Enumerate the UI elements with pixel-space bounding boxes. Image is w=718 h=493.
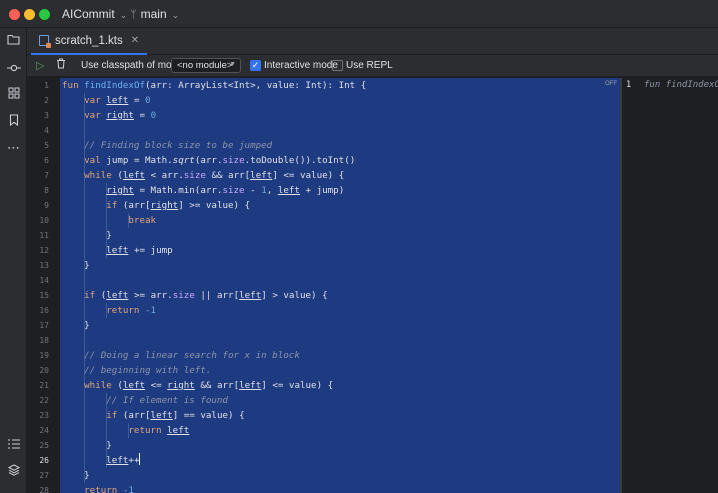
run-icon[interactable]: ▷ xyxy=(36,59,44,72)
line-number: 1 xyxy=(44,81,49,90)
code-line: // Doing a linear search for x in block xyxy=(84,350,300,361)
project-selector[interactable]: AICommit ⌄ xyxy=(62,7,127,21)
line-number: 27 xyxy=(39,471,49,480)
inspection-off-badge: OFF xyxy=(605,81,617,87)
code-line: break xyxy=(128,215,157,226)
module-select-value: <no module> xyxy=(177,60,233,71)
code-line: return -1 xyxy=(84,485,134,493)
structure-icon[interactable] xyxy=(0,87,27,102)
line-number: 3 xyxy=(44,111,49,120)
code-line: while (left < arr.size && arr[left] <= v… xyxy=(84,170,345,181)
output-text: fun findIndexOf(arr: ArrayList<Int>, val… xyxy=(644,80,718,90)
line-number: 21 xyxy=(39,381,49,390)
project-name: AICommit xyxy=(62,7,115,21)
scratch-toolbar: ▷ Use classpath of module <no module> ▼ … xyxy=(27,55,718,77)
code-line: } xyxy=(62,260,90,271)
line-number: 26 xyxy=(39,456,49,465)
folder-icon[interactable] xyxy=(0,33,27,48)
code-line: } xyxy=(62,470,90,481)
code-line: if (left >= arr.size || arr[left] > valu… xyxy=(84,290,328,301)
line-number: 12 xyxy=(39,246,49,255)
code-line: while (left <= right && arr[left] <= val… xyxy=(84,380,334,391)
code-line: } xyxy=(62,230,112,241)
line-number: 19 xyxy=(39,351,49,360)
bookmark-icon[interactable] xyxy=(0,114,27,129)
title-bar: AICommit ⌄ ᛘ main ⌄ xyxy=(0,0,718,28)
code-line: if (arr[right] >= value) { xyxy=(106,200,251,211)
line-number: 18 xyxy=(39,336,49,345)
layers-icon[interactable] xyxy=(0,464,27,479)
tab-scratch-file[interactable]: scratch_1.kts ✕ xyxy=(31,28,148,55)
close-tab-icon[interactable]: ✕ xyxy=(131,35,139,46)
output-line-number: 1 xyxy=(626,80,632,90)
branch-selector[interactable]: ᛘ main ⌄ xyxy=(130,7,179,21)
chevron-down-icon: ⌄ xyxy=(171,10,180,20)
line-number: 7 xyxy=(44,171,49,180)
line-number: 9 xyxy=(44,201,49,210)
line-number: 5 xyxy=(44,141,49,150)
line-number: 23 xyxy=(39,411,49,420)
line-number: 15 xyxy=(39,291,49,300)
line-number: 6 xyxy=(44,156,49,165)
code-line: var left = 0 xyxy=(84,95,151,106)
line-number: 24 xyxy=(39,426,49,435)
tab-label: scratch_1.kts xyxy=(55,34,123,47)
commit-icon[interactable] xyxy=(0,61,27,76)
editor-tab-bar: scratch_1.kts ✕ xyxy=(27,28,718,55)
scratch-output-panel: 1 fun findIndexOf(arr: ArrayList<Int>, v… xyxy=(622,78,718,493)
code-line: } xyxy=(62,320,90,331)
code-line: fun findIndexOf(arr: ArrayList<Int>, val… xyxy=(62,80,367,91)
code-line: // beginning with left. xyxy=(84,365,212,376)
use-repl-checkbox[interactable] xyxy=(332,60,343,71)
zoom-window-button[interactable] xyxy=(39,9,50,20)
branch-icon: ᛘ xyxy=(130,9,137,21)
chevron-down-icon: ⌄ xyxy=(119,10,128,20)
code-line: var right = 0 xyxy=(84,110,157,121)
line-number: 25 xyxy=(39,441,49,450)
line-number: 17 xyxy=(39,321,49,330)
interactive-mode-checkbox[interactable]: ✓ xyxy=(250,60,261,71)
kotlin-script-icon xyxy=(39,35,51,48)
line-number: 10 xyxy=(39,216,49,225)
code-line: if (arr[left] == value) { xyxy=(106,410,245,421)
list-icon[interactable] xyxy=(0,437,27,452)
line-number: 4 xyxy=(44,126,49,135)
line-number: 2 xyxy=(44,96,49,105)
close-window-button[interactable] xyxy=(9,9,20,20)
code-line: // If element is found xyxy=(106,395,228,406)
line-number: 11 xyxy=(39,231,49,240)
line-number: 16 xyxy=(39,306,49,315)
code-line: } xyxy=(62,440,112,451)
more-icon[interactable]: ⋯ xyxy=(0,140,27,156)
code-line: left++ xyxy=(106,453,141,466)
code-line: return -1 xyxy=(106,305,157,316)
line-number: 13 xyxy=(39,261,49,270)
line-number: 20 xyxy=(39,366,49,375)
text-caret xyxy=(139,453,141,465)
code-line: val jump = Math.sqrt(arr.size.toDouble()… xyxy=(84,155,356,166)
code-editor[interactable]: OFF fun findIndexOf(arr: ArrayList<Int>,… xyxy=(60,78,620,493)
branch-name: main xyxy=(140,7,167,21)
line-number: 8 xyxy=(44,186,49,195)
line-number: 28 xyxy=(39,486,49,493)
code-line: left += jump xyxy=(106,245,173,256)
interactive-mode-label: Interactive mode xyxy=(264,60,338,71)
use-repl-label: Use REPL xyxy=(346,60,393,71)
module-select[interactable]: <no module> ▼ xyxy=(171,58,241,73)
code-line: right = Math.min(arr.size - 1, left + ju… xyxy=(106,185,345,196)
trash-icon[interactable] xyxy=(56,58,66,72)
line-number: 22 xyxy=(39,396,49,405)
line-number-gutter: 1 2 3 4 5 6 7 8 9 10 11 12 13 14 15 16 17 18 19 20 21 22 23 24 2… xyxy=(27,78,60,493)
minimize-window-button[interactable] xyxy=(24,9,35,20)
code-line: // Finding block size to be jumped xyxy=(84,140,273,151)
left-tool-strip: ⋯ xyxy=(0,28,27,493)
code-line: return left xyxy=(128,425,190,436)
chevron-down-icon: ▼ xyxy=(229,61,236,68)
line-number: 14 xyxy=(39,276,49,285)
